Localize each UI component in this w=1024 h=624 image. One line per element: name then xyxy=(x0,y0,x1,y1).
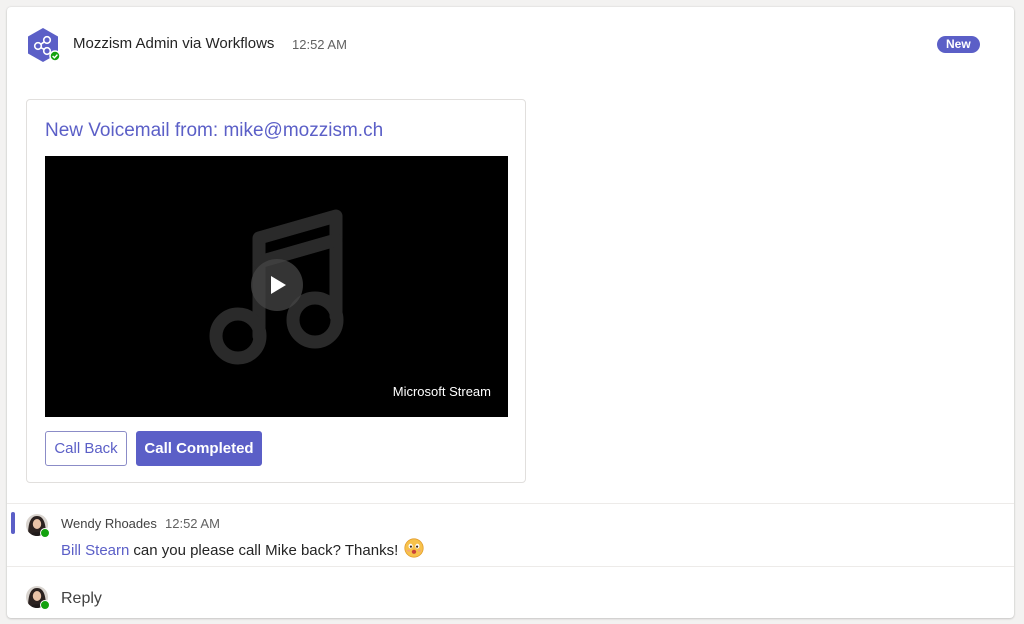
card-title: New Voicemail from: mike@mozzism.ch xyxy=(45,120,384,141)
message-body: Bill Stearn can you please call Mike bac… xyxy=(61,538,424,562)
mention-link[interactable]: Bill Stearn xyxy=(61,542,129,559)
smiling-face-emoji xyxy=(404,538,424,562)
reply-button[interactable]: Reply xyxy=(61,590,102,608)
sender-name[interactable]: Mozzism Admin via Workflows xyxy=(73,35,274,52)
post-timestamp: 12:52 AM xyxy=(292,37,347,52)
play-button[interactable] xyxy=(251,259,303,311)
workflows-icon[interactable] xyxy=(25,27,61,63)
message-text: can you please call Mike back? Thanks! xyxy=(133,541,399,559)
stream-branding: Microsoft Stream xyxy=(392,384,491,399)
call-completed-button[interactable]: Call Completed xyxy=(136,431,262,466)
message-author[interactable]: Wendy Rhoades xyxy=(61,516,157,531)
avatar[interactable] xyxy=(26,514,50,538)
video-player[interactable]: Microsoft Stream xyxy=(45,156,508,417)
avatar xyxy=(26,586,50,610)
play-icon xyxy=(271,276,286,294)
message-timestamp: 12:52 AM xyxy=(165,516,220,531)
new-badge: New xyxy=(937,36,980,53)
reply-box[interactable]: Reply xyxy=(7,567,1014,618)
voicemail-card: New Voicemail from: mike@mozzism.ch Micr… xyxy=(26,99,526,483)
post-header: Mozzism Admin via Workflows 12:52 AM New xyxy=(7,7,1014,77)
call-back-button[interactable]: Call Back xyxy=(45,431,127,466)
unread-indicator xyxy=(11,512,15,534)
reply-message: Wendy Rhoades 12:52 AM Bill Stearn can y… xyxy=(7,504,1014,566)
presence-available-icon xyxy=(40,528,50,538)
message-thread: Mozzism Admin via Workflows 12:52 AM New… xyxy=(7,7,1014,618)
presence-available-icon xyxy=(40,600,50,610)
